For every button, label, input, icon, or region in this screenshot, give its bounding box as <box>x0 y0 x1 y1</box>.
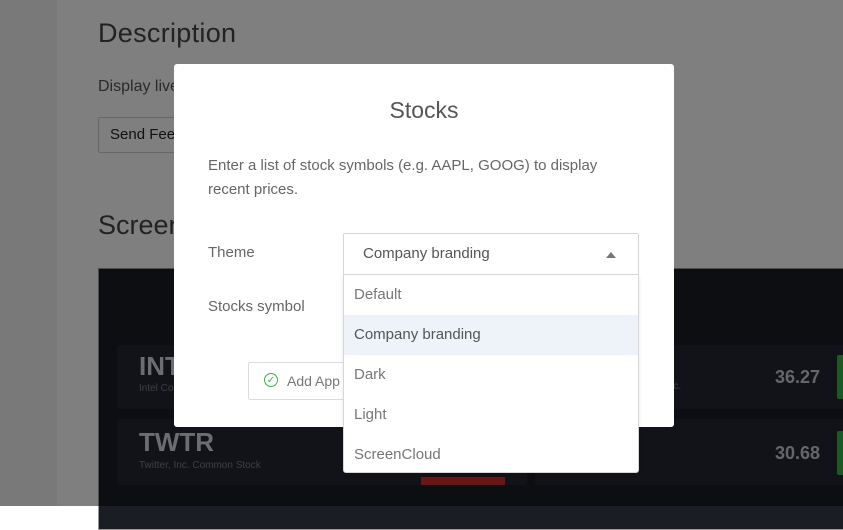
caret-up-icon <box>606 252 616 258</box>
theme-option-company-branding[interactable]: Company branding <box>344 315 638 355</box>
add-app-label: Add App <box>287 373 340 389</box>
check-circle-icon: ✓ <box>264 373 278 387</box>
add-app-button[interactable]: ✓ Add App <box>248 362 350 400</box>
modal-description: Enter a list of stock symbols (e.g. AAPL… <box>208 157 598 198</box>
theme-option-dark[interactable]: Dark <box>344 355 638 395</box>
modal-title: Stocks <box>389 97 459 123</box>
theme-label: Theme <box>208 244 255 261</box>
theme-option-screencloud[interactable]: ScreenCloud <box>344 435 638 475</box>
theme-options-list: Default Company branding Dark Light Scre… <box>343 274 639 473</box>
theme-select[interactable]: Company branding <box>343 233 639 274</box>
theme-option-default[interactable]: Default <box>344 275 638 315</box>
theme-option-light[interactable]: Light <box>344 395 638 435</box>
theme-select-value: Company branding <box>363 245 490 262</box>
stocks-symbol-label: Stocks symbol <box>208 298 305 315</box>
